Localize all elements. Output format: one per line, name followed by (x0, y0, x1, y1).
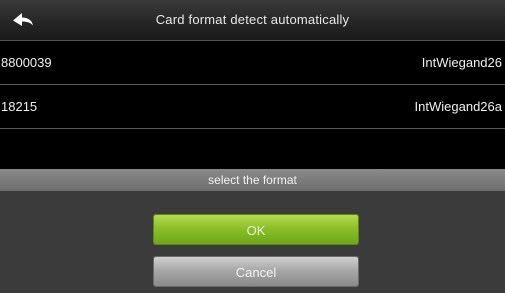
screen: Card format detect automatically 8800039… (0, 0, 505, 293)
card-number: 8800039 (1, 55, 52, 70)
select-format-dialog: select the format OK Cancel (0, 169, 505, 293)
list-item[interactable]: 18215 IntWiegand26a (0, 85, 505, 129)
back-arrow-icon (13, 12, 33, 26)
cancel-button[interactable]: Cancel (153, 256, 359, 287)
card-number: 18215 (1, 99, 38, 114)
page-title: Card format detect automatically (155, 12, 350, 27)
empty-list-item (0, 129, 505, 169)
list-item[interactable]: 8800039 IntWiegand26 (0, 41, 505, 85)
dialog-title: select the format (0, 169, 505, 191)
ok-button[interactable]: OK (153, 214, 359, 245)
title-bar: Card format detect automatically (0, 0, 505, 41)
card-format: IntWiegand26a (414, 99, 502, 114)
back-button[interactable] (0, 0, 46, 40)
card-format: IntWiegand26 (421, 55, 502, 70)
